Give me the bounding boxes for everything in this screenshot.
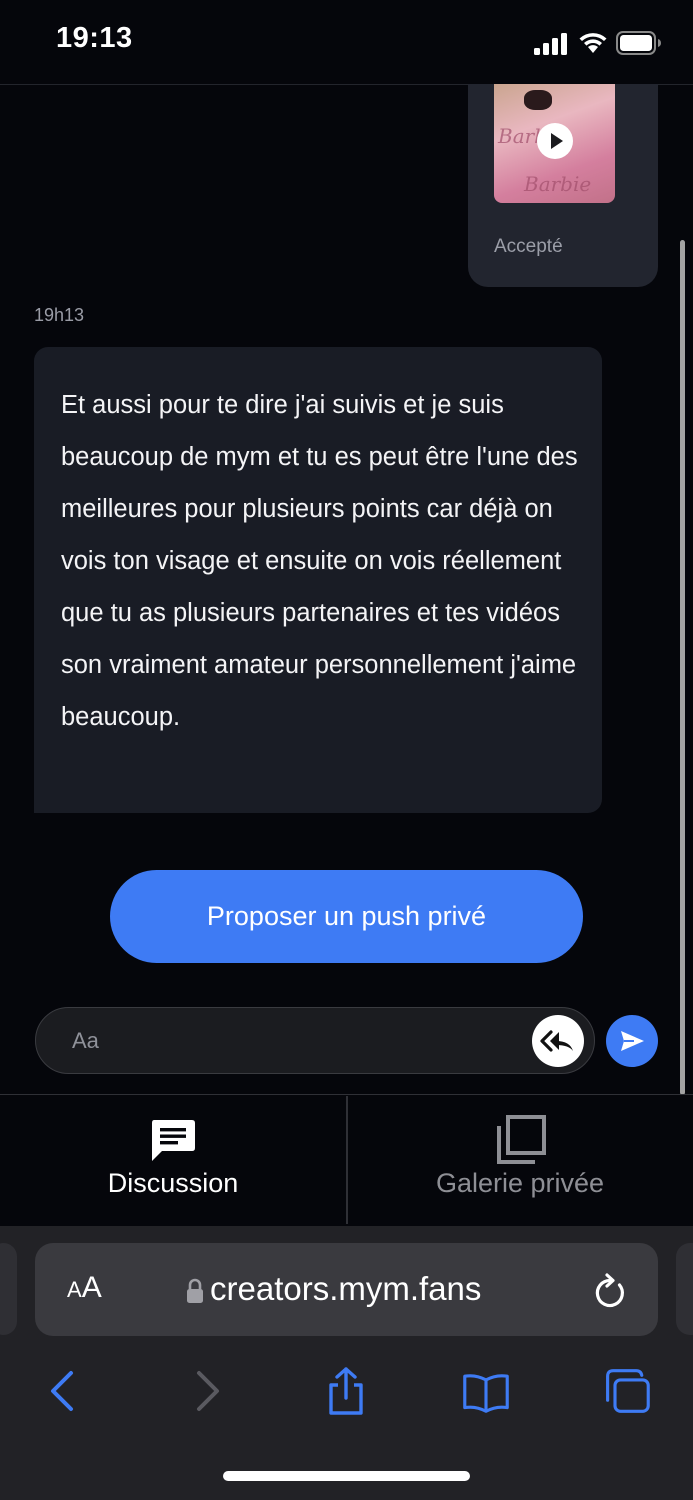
cellular-signal-icon xyxy=(534,33,567,55)
quick-reply-button[interactable] xyxy=(532,1015,584,1067)
tab-discussion-label: Discussion xyxy=(107,1168,239,1198)
wifi-icon xyxy=(579,33,607,53)
send-icon xyxy=(621,1031,644,1051)
reload-icon[interactable] xyxy=(592,1272,628,1310)
message-input[interactable] xyxy=(35,1007,595,1074)
message-input-placeholder: Aa xyxy=(72,1028,99,1053)
reader-view-button[interactable]: AA xyxy=(67,1271,102,1305)
bookmarks-button[interactable] xyxy=(462,1367,510,1415)
forward-button[interactable] xyxy=(184,1367,232,1415)
tab-private-gallery-label: Galerie privée xyxy=(435,1168,605,1198)
message-bubble: Et aussi pour te dire j'ai suivis et je … xyxy=(34,347,602,813)
send-button[interactable] xyxy=(606,1015,658,1067)
back-button[interactable] xyxy=(38,1367,86,1415)
share-button[interactable] xyxy=(322,1367,370,1415)
lock-icon xyxy=(187,1278,203,1303)
url-text: creators.mym.fans xyxy=(210,1270,482,1307)
scrollbar[interactable] xyxy=(680,240,685,1095)
gallery-icon xyxy=(497,1115,546,1164)
battery-icon xyxy=(616,31,661,55)
next-tab-peek[interactable] xyxy=(676,1243,693,1335)
propose-private-push-button[interactable]: Proposer un push privé xyxy=(110,870,583,963)
previous-tab-peek[interactable] xyxy=(0,1243,17,1335)
reader-label-small: A xyxy=(67,1277,82,1302)
media-status-label: Accepté xyxy=(494,236,563,257)
message-timestamp: 19h13 xyxy=(34,305,85,325)
thumbnail-detail xyxy=(524,90,552,110)
tabs-button[interactable] xyxy=(603,1367,651,1415)
reply-all-icon xyxy=(540,1030,573,1052)
status-time: 19:13 xyxy=(56,22,133,54)
chat-icon xyxy=(152,1120,195,1161)
play-icon xyxy=(551,133,563,149)
reader-label-large: A xyxy=(81,1271,102,1304)
message-text: Et aussi pour te dire j'ai suivis et je … xyxy=(61,391,578,731)
thumbnail-text: Barbie xyxy=(524,172,592,196)
home-indicator xyxy=(223,1471,470,1481)
play-button[interactable] xyxy=(537,123,573,159)
